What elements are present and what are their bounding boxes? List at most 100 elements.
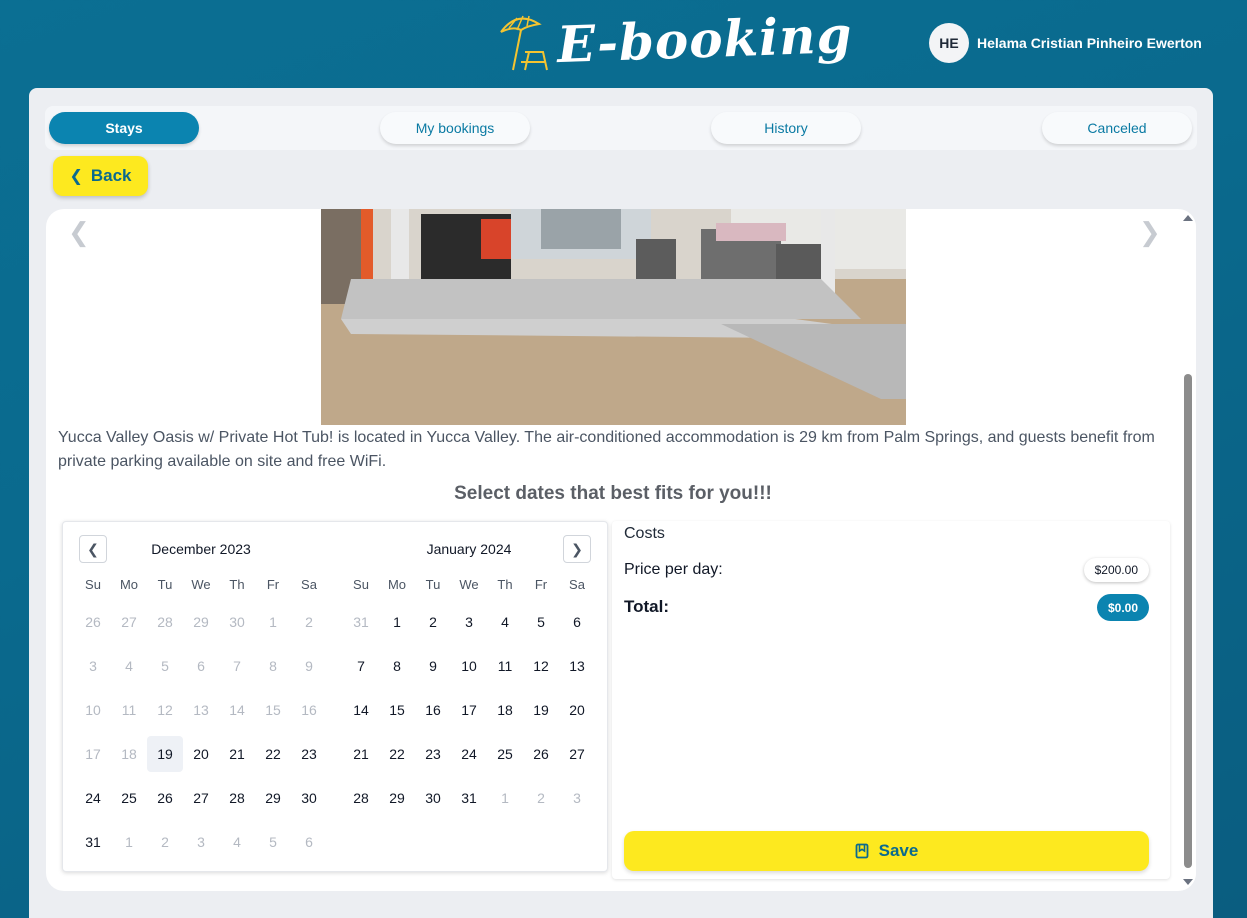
- calendar-day: 16: [301, 702, 317, 718]
- calendar-day[interactable]: 31: [451, 780, 487, 816]
- calendar-day[interactable]: 17: [451, 692, 487, 728]
- tab-history[interactable]: History: [711, 112, 861, 144]
- calendar-day[interactable]: 21: [219, 736, 255, 772]
- tab-canceled[interactable]: Canceled: [1042, 112, 1192, 144]
- calendar-week: 14 15 16 17 18 19 20: [343, 692, 595, 728]
- calendar-day[interactable]: 11: [487, 648, 523, 684]
- costs-panel: Costs Price per day: $200.00 Total: $0.0…: [612, 521, 1170, 879]
- calendar-day: 5: [161, 658, 169, 674]
- calendar-week: 31 1 2 3 4 5 6: [75, 824, 327, 860]
- calendar-day: 2: [161, 834, 169, 850]
- calendar-day: 12: [157, 702, 173, 718]
- calendar-day[interactable]: 27: [559, 736, 595, 772]
- calendar-day[interactable]: 29: [255, 780, 291, 816]
- calendar-day[interactable]: 16: [415, 692, 451, 728]
- scrollbar-thumb[interactable]: [1184, 374, 1192, 868]
- tab-my-bookings[interactable]: My bookings: [380, 112, 530, 144]
- calendar-day: 28: [157, 614, 173, 630]
- carousel-next-icon[interactable]: ❯: [1139, 217, 1161, 248]
- calendar-day[interactable]: 26: [523, 736, 559, 772]
- total-label: Total:: [624, 597, 670, 616]
- calendar-day[interactable]: 25: [487, 736, 523, 772]
- calendar-day[interactable]: 6: [559, 604, 595, 640]
- calendar-day[interactable]: 21: [343, 736, 379, 772]
- calendar-week: 21 22 23 24 25 26 27: [343, 736, 595, 772]
- calendar-day: 7: [233, 658, 241, 674]
- calendar-day[interactable]: 5: [523, 604, 559, 640]
- save-button[interactable]: Save: [624, 831, 1149, 871]
- month-title: December 2023: [151, 541, 251, 557]
- weekday-label: Th: [229, 577, 245, 592]
- scroll-up-icon[interactable]: [1183, 215, 1193, 221]
- calendar-day[interactable]: 23: [415, 736, 451, 772]
- calendar-day[interactable]: 28: [219, 780, 255, 816]
- tab-stays[interactable]: Stays: [49, 112, 199, 144]
- back-button-label: Back: [90, 166, 132, 185]
- avatar[interactable]: HE: [929, 23, 969, 63]
- calendar-day[interactable]: 24: [75, 780, 111, 816]
- calendar-week: 17 18 19 20 21 22 23: [75, 736, 327, 772]
- calendar-day[interactable]: 22: [379, 736, 415, 772]
- month-title: January 2024: [426, 541, 512, 557]
- calendar-day[interactable]: 8: [379, 648, 415, 684]
- weekday-label: Sa: [569, 577, 585, 592]
- calendar-day: 2: [305, 614, 313, 630]
- calendar-day-today[interactable]: 19: [147, 736, 183, 772]
- scroll-down-icon[interactable]: [1183, 879, 1193, 885]
- calendar-day: 9: [305, 658, 313, 674]
- carousel-prev-icon[interactable]: ❮: [68, 217, 90, 248]
- beach-umbrella-icon: [500, 15, 548, 71]
- save-button-label: Save: [878, 841, 919, 860]
- calendar-day[interactable]: 30: [291, 780, 327, 816]
- weekday-label: We: [459, 577, 479, 592]
- calendar-week: 31 1 2 3 4 5 6: [343, 604, 595, 640]
- select-dates-title: Select dates that best fits for you!!!: [454, 483, 772, 504]
- calendar-day[interactable]: 26: [147, 780, 183, 816]
- calendar-day[interactable]: 27: [183, 780, 219, 816]
- total-badge: $0.00: [1096, 594, 1149, 621]
- vertical-scrollbar[interactable]: [1180, 209, 1196, 891]
- date-range-calendar: ❮ ❯ December 2023 Su Mo Tu We Th Fr Sa 26 27 28 29…: [62, 521, 608, 872]
- calendar-day: 26: [85, 614, 101, 630]
- calendar-day: 8: [269, 658, 277, 674]
- stay-description: Yucca Valley Oasis w/ Private Hot Tub! i…: [58, 429, 1155, 470]
- calendar-day[interactable]: 4: [487, 604, 523, 640]
- calendar-day[interactable]: 22: [255, 736, 291, 772]
- calendar-day[interactable]: 3: [451, 604, 487, 640]
- calendar-day[interactable]: 15: [379, 692, 415, 728]
- calendar-day: 29: [193, 614, 209, 630]
- calendar-day[interactable]: 18: [487, 692, 523, 728]
- calendar-week: 7 8 9 10 11 12 13: [343, 648, 595, 684]
- calendar-day[interactable]: 23: [291, 736, 327, 772]
- back-button[interactable]: ❮ Back: [53, 156, 148, 196]
- calendar-day[interactable]: 28: [343, 780, 379, 816]
- user-menu[interactable]: HE Helama Cristian Pinheiro Ewerton: [929, 23, 1202, 63]
- calendar-day[interactable]: 9: [415, 648, 451, 684]
- calendar-day[interactable]: 25: [111, 780, 147, 816]
- calendar-day: 27: [121, 614, 137, 630]
- calendar-day[interactable]: 20: [183, 736, 219, 772]
- calendar-day[interactable]: 30: [415, 780, 451, 816]
- bookmark-icon: [855, 843, 869, 859]
- calendar-day[interactable]: 20: [559, 692, 595, 728]
- calendar-week: 24 25 26 27 28 29 30: [75, 780, 327, 816]
- calendar-day[interactable]: 1: [379, 604, 415, 640]
- calendar-day[interactable]: 2: [415, 604, 451, 640]
- calendar-day: 10: [85, 702, 101, 718]
- calendar-day[interactable]: 31: [75, 824, 111, 860]
- calendar-day[interactable]: 14: [343, 692, 379, 728]
- weekday-label: Su: [353, 577, 369, 592]
- app-logo: E-booking: [495, 4, 853, 74]
- calendar-day[interactable]: 19: [523, 692, 559, 728]
- calendar-day[interactable]: 29: [379, 780, 415, 816]
- calendar-day[interactable]: 10: [451, 648, 487, 684]
- calendar-day: 11: [121, 702, 137, 718]
- calendar-day[interactable]: 12: [523, 648, 559, 684]
- calendar-day: 3: [89, 658, 97, 674]
- calendar-week: 28 29 30 31 1 2 3: [343, 780, 595, 816]
- calendar-day[interactable]: 13: [559, 648, 595, 684]
- calendar-day: 1: [501, 790, 509, 806]
- calendar-day[interactable]: 24: [451, 736, 487, 772]
- calendar-week: 3 4 5 6 7 8 9: [75, 648, 327, 684]
- calendar-day[interactable]: 7: [343, 648, 379, 684]
